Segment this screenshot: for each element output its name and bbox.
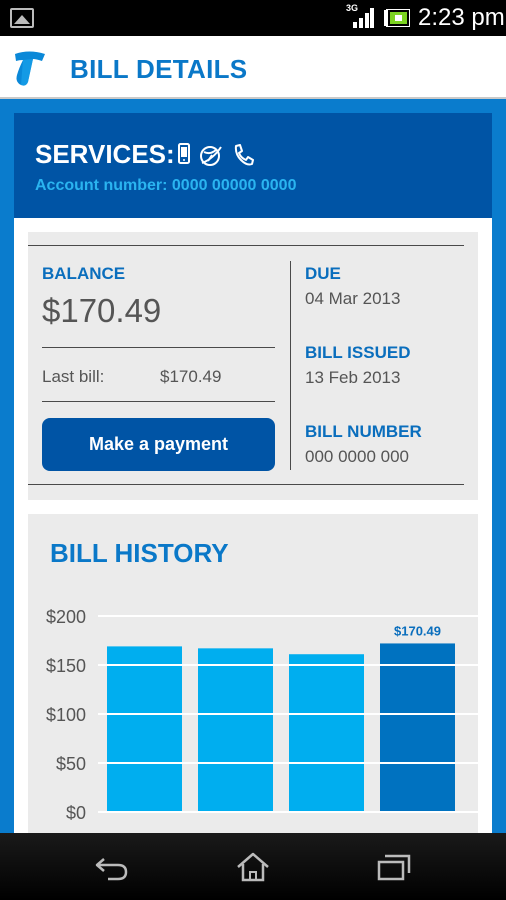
y-tick-label: $100 <box>46 705 86 725</box>
services-header: SERVICES: Account number: 0000 00000 000… <box>14 113 492 218</box>
account-number: Account number: 0000 00000 0000 <box>35 177 297 194</box>
due-label: DUE <box>305 264 341 283</box>
service-icons <box>177 143 258 167</box>
navigation-bar <box>0 833 506 900</box>
bill-number-label: BILL NUMBER <box>305 422 422 441</box>
landline-phone-icon <box>234 144 254 166</box>
main-content: SERVICES: Account number: 0000 00000 000… <box>0 99 506 833</box>
divider <box>28 484 464 485</box>
divider <box>28 245 464 246</box>
bill-issued-label: BILL ISSUED <box>305 343 411 362</box>
back-icon[interactable] <box>94 851 130 883</box>
last-bill-label: Last bill: <box>42 367 105 386</box>
due-date: 04 Mar 2013 <box>305 289 401 308</box>
clock: 2:23 pm <box>418 4 505 31</box>
status-bar: 3G 2:23 pm <box>0 0 506 36</box>
bill-history-card: BILL HISTORY $200 $150 $100 $50 $0 $170.49 <box>28 514 478 833</box>
divider <box>42 401 275 402</box>
balance-label: BALANCE <box>42 264 126 283</box>
battery-charging-icon <box>384 9 410 27</box>
balance-amount: $170.49 <box>42 292 162 329</box>
internet-globe-icon <box>200 146 223 166</box>
y-tick-label: $50 <box>56 754 86 774</box>
divider <box>42 347 275 348</box>
bill-history-title: BILL HISTORY <box>50 538 229 568</box>
divider <box>290 261 291 470</box>
last-bill-amount: $170.49 <box>160 367 222 386</box>
home-icon[interactable] <box>235 851 271 883</box>
recent-apps-icon[interactable] <box>376 851 412 883</box>
bill-summary-card: BALANCE $170.49 Last bill: $170.49 Make … <box>28 232 478 500</box>
y-tick-label: $150 <box>46 656 86 676</box>
y-tick-label: $200 <box>46 607 86 627</box>
chart-bar[interactable] <box>289 654 364 812</box>
bill-history-chart: $200 $150 $100 $50 $0 $170.49 <box>28 596 478 833</box>
gallery-notification-icon <box>10 8 34 28</box>
services-title: SERVICES: <box>35 139 175 169</box>
app-bar: BILL DETAILS <box>0 36 506 99</box>
chart-bar[interactable] <box>107 646 182 812</box>
telstra-logo-icon[interactable] <box>9 48 49 88</box>
bill-number-value: 000 0000 000 <box>305 447 409 466</box>
bill-issued-date: 13 Feb 2013 <box>305 368 401 387</box>
chart-bar[interactable] <box>380 643 455 812</box>
chart-bar[interactable] <box>198 648 273 812</box>
y-tick-label: $0 <box>66 803 86 823</box>
page-title: BILL DETAILS <box>70 54 248 84</box>
make-payment-button[interactable]: Make a payment <box>42 418 275 471</box>
mobile-phone-icon <box>178 143 190 164</box>
bar-value-label: $170.49 <box>394 623 441 638</box>
bill-history-chart-svg: $200 $150 $100 $50 $0 $170.49 <box>46 607 478 823</box>
bill-panel: BALANCE $170.49 Last bill: $170.49 Make … <box>14 218 492 833</box>
signal-strength-icon <box>353 8 374 28</box>
